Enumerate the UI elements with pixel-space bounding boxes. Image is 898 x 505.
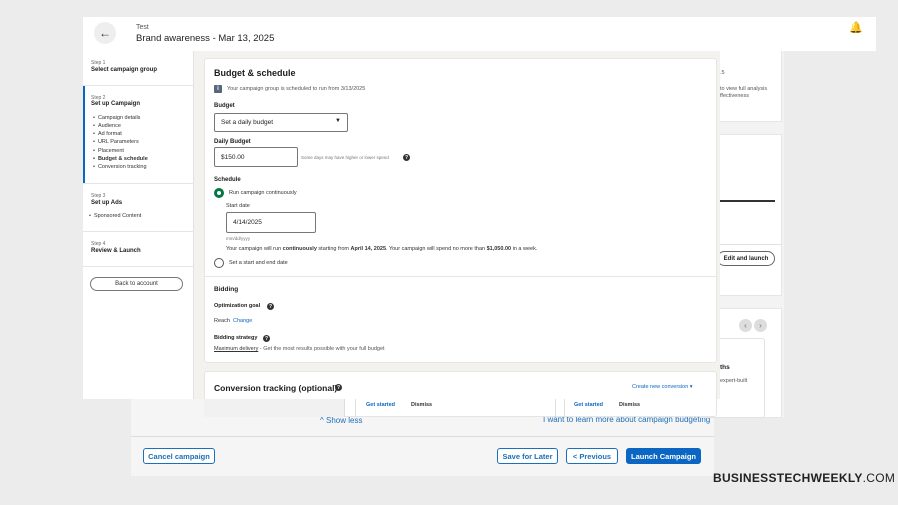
schedule-info: Your campaign group is scheduled to run … xyxy=(227,86,366,92)
chevron-right-icon[interactable]: › xyxy=(754,319,767,332)
right-text: .5 xyxy=(720,70,725,76)
sidebar-item-budget-schedule[interactable]: Budget & schedule xyxy=(93,156,148,162)
dismiss-link[interactable]: Dismiss xyxy=(619,402,640,408)
sidebar-item-sponsored-content[interactable]: Sponsored Content xyxy=(89,213,141,219)
divider xyxy=(83,231,194,232)
stepper-sidebar: Step 1 Select campaign group Step 2 Set … xyxy=(83,51,194,399)
schedule-label: Schedule xyxy=(214,177,241,183)
save-for-later-button[interactable]: Save for Later xyxy=(497,448,558,464)
divider xyxy=(83,266,194,267)
progress-line xyxy=(720,200,775,202)
optimization-goal-label: Optimization goal xyxy=(214,303,261,309)
chevron-down-icon: ▼ xyxy=(335,118,341,124)
step-title[interactable]: Set up Campaign xyxy=(91,101,140,107)
campaign-title: Brand awareness - Mar 13, 2025 xyxy=(136,33,275,44)
sidebar-item-ad-format[interactable]: Ad format xyxy=(93,131,122,137)
bidding-title: Bidding xyxy=(214,286,239,293)
sidebar-item-url-parameters[interactable]: URL Parameters xyxy=(93,139,139,145)
back-to-account-button[interactable]: Back to account xyxy=(90,277,183,291)
budget-type-select[interactable]: Set a daily budget ▼ xyxy=(214,113,348,132)
right-text: ths xyxy=(720,364,730,371)
get-started-link[interactable]: Get started xyxy=(574,402,603,408)
start-end-label: Set a start and end date xyxy=(229,260,288,266)
daily-budget-hint: Some days may have higher or lower spend xyxy=(301,155,389,160)
campaign-group-name: Test xyxy=(136,24,149,31)
budget-label: Budget xyxy=(214,103,235,109)
section-title: Budget & schedule xyxy=(214,68,296,78)
divider xyxy=(355,399,356,417)
info-icon: i xyxy=(214,85,222,93)
step-number: Step 4 xyxy=(91,241,106,247)
daily-budget-label: Daily Budget xyxy=(214,139,251,145)
bidding-strategy-text: Maximum delivery - Get the most results … xyxy=(214,346,385,352)
sidebar-item-placement[interactable]: Placement xyxy=(93,148,124,154)
right-text: expert-built xyxy=(720,378,748,384)
help-icon[interactable]: ? xyxy=(335,384,342,391)
start-date-input[interactable]: 4/14/2025 xyxy=(226,212,316,233)
divider xyxy=(83,183,194,184)
create-conversion-dropdown[interactable]: Create new conversion ▾ xyxy=(632,384,693,390)
right-text: to view full analysis xyxy=(720,86,768,92)
watermark: BUSINESSTECHWEEKLY.COM xyxy=(713,471,896,485)
step-title[interactable]: Set up Ads xyxy=(91,200,122,206)
daily-budget-input[interactable]: $150.00 xyxy=(214,147,298,167)
step-title[interactable]: Select campaign group xyxy=(91,67,157,73)
edit-and-launch-button[interactable]: Edit and launch xyxy=(717,251,775,266)
show-less-link[interactable]: ^ Show less xyxy=(320,416,362,425)
budget-type-value: Set a daily budget xyxy=(221,119,274,126)
step-number: Step 3 xyxy=(91,193,106,199)
radio-run-continuously[interactable] xyxy=(214,188,224,198)
divider xyxy=(344,399,345,417)
divider xyxy=(205,276,716,277)
bidding-strategy-label: Bidding strategy xyxy=(214,335,258,341)
date-format-hint: mm/dd/yyyy xyxy=(226,236,251,241)
budget-schedule-card xyxy=(204,58,717,363)
conversion-title: Conversion tracking (optional) xyxy=(214,383,338,393)
chevron-left-icon[interactable]: ‹ xyxy=(739,319,752,332)
divider xyxy=(83,85,194,86)
active-step-indicator xyxy=(83,86,85,183)
cancel-campaign-button[interactable]: Cancel campaign xyxy=(143,448,215,464)
start-date-label: Start date xyxy=(226,203,250,209)
change-goal-link[interactable]: Change xyxy=(233,318,252,324)
help-icon[interactable]: ? xyxy=(403,154,410,161)
help-icon[interactable]: ? xyxy=(263,335,270,342)
sidebar-item-campaign-details[interactable]: Campaign details xyxy=(93,115,141,121)
right-text: ffectiveness xyxy=(720,93,749,99)
step-title[interactable]: Review & Launch xyxy=(91,248,141,254)
launch-campaign-button[interactable]: Launch Campaign xyxy=(626,448,701,464)
divider xyxy=(131,436,714,437)
chevron-down-icon: ▾ xyxy=(689,384,693,390)
run-continuously-label: Run campaign continuously xyxy=(229,190,297,196)
dismiss-link[interactable]: Dismiss xyxy=(411,402,432,408)
sidebar-item-audience[interactable]: Audience xyxy=(93,123,121,129)
previous-button[interactable]: < Previous xyxy=(566,448,618,464)
arrow-left-icon[interactable]: ← xyxy=(94,22,116,44)
sidebar-item-conversion-tracking[interactable]: Conversion tracking xyxy=(93,164,147,170)
conversion-placeholder xyxy=(204,399,344,417)
help-icon[interactable]: ? xyxy=(267,303,274,310)
get-started-link[interactable]: Get started xyxy=(366,402,395,408)
bell-icon[interactable]: 🔔 xyxy=(849,21,863,34)
step-number: Step 1 xyxy=(91,60,106,66)
divider xyxy=(564,399,565,417)
schedule-summary: Your campaign will run continuously star… xyxy=(226,246,538,252)
divider xyxy=(555,399,556,417)
radio-start-end-date[interactable] xyxy=(214,258,224,268)
optimization-goal-value: Reach xyxy=(214,318,230,324)
